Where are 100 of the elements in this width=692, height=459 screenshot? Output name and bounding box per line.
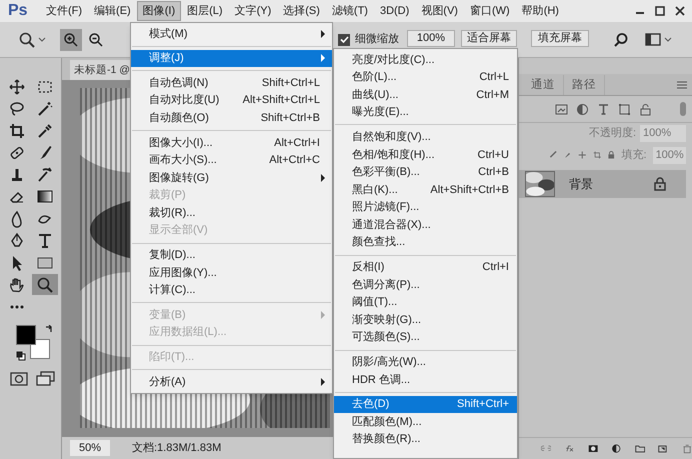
search-icon[interactable] bbox=[613, 32, 629, 48]
swap-icon[interactable] bbox=[44, 325, 54, 335]
menu-item[interactable]: 图像旋转(G) bbox=[131, 169, 332, 187]
menu-item[interactable]: 色彩平衡(B)... Ctrl+B bbox=[334, 164, 517, 182]
trash-icon[interactable] bbox=[682, 442, 692, 454]
zoom-icon[interactable] bbox=[18, 30, 36, 48]
zoom-in-button[interactable] bbox=[60, 28, 82, 50]
lock-icon[interactable] bbox=[607, 149, 616, 161]
menu-item[interactable]: 色相/饱和度(H)... Ctrl+U bbox=[334, 146, 517, 164]
menu-item[interactable]: 自动颜色(O) Shift+Ctrl+B bbox=[131, 109, 332, 127]
quick-mask-icon[interactable] bbox=[10, 371, 28, 387]
zoom-field[interactable]: 50% bbox=[70, 440, 110, 456]
shortcut-label: Shift+Ctrl+L bbox=[262, 76, 321, 91]
menu-item[interactable]: 计算(C)... bbox=[131, 282, 332, 300]
menu-item[interactable]: 画布大小(S)... Alt+Ctrl+C bbox=[131, 152, 332, 170]
adjustment-layer-icon[interactable] bbox=[611, 442, 622, 454]
panel-tab[interactable]: 通道 bbox=[523, 75, 564, 95]
menu-item[interactable]: 图像大小(I)... Alt+Ctrl+I bbox=[131, 134, 332, 152]
default-colors-icon[interactable] bbox=[16, 351, 26, 361]
menu-item[interactable]: 分析(A) bbox=[131, 373, 332, 391]
menu-item[interactable]: 曝光度(E)... bbox=[334, 104, 517, 122]
layer-row[interactable]: 背景 bbox=[519, 170, 686, 198]
crop-icon bbox=[8, 122, 26, 140]
menu-item[interactable]: 替换颜色(R)... bbox=[334, 430, 517, 448]
filter-toggle[interactable] bbox=[680, 102, 686, 116]
menu-item[interactable]: 裁切(R)... bbox=[131, 204, 332, 222]
panel-menu-icon[interactable] bbox=[676, 80, 688, 90]
menu-item[interactable]: 视图(V) bbox=[415, 0, 464, 22]
artboard-lock-icon[interactable] bbox=[592, 149, 601, 161]
shortcut-label: Ctrl+M bbox=[476, 88, 510, 103]
submenu-arrow-icon bbox=[320, 311, 326, 320]
menu-item[interactable]: 亮度/对比度(C)... bbox=[334, 51, 517, 69]
menu-item[interactable]: 匹配颜色(M)... bbox=[334, 413, 517, 431]
menu-item[interactable]: 编辑(E) bbox=[88, 0, 137, 22]
maximize-icon[interactable] bbox=[652, 5, 668, 17]
hand-icon bbox=[8, 276, 26, 294]
shape-filter-icon[interactable] bbox=[618, 102, 631, 116]
menu-item[interactable]: 复制(D)... bbox=[131, 246, 332, 264]
menu-item[interactable]: 图像(I) bbox=[136, 0, 182, 22]
lasso-icon bbox=[8, 100, 26, 118]
menu-item[interactable]: 色阶(L)... Ctrl+L bbox=[334, 68, 517, 86]
menu-item[interactable]: 调整(J) bbox=[131, 50, 332, 68]
adjustment-filter-icon[interactable] bbox=[576, 102, 589, 116]
zoom-preset-button[interactable]: 适合屏幕 bbox=[461, 30, 517, 47]
menu-item[interactable]: 图层(L) bbox=[181, 0, 229, 22]
shortcut-label: Shift+Ctrl+ bbox=[457, 397, 510, 412]
menu-item[interactable]: 自动色调(N) Shift+Ctrl+L bbox=[131, 74, 332, 92]
checkbox[interactable] bbox=[338, 34, 350, 46]
menu-item[interactable]: 应用图像(Y)... bbox=[131, 264, 332, 282]
menu-item[interactable]: 颜色查找... bbox=[334, 234, 517, 252]
new-layer-icon[interactable] bbox=[658, 442, 669, 454]
type-filter-icon[interactable] bbox=[597, 102, 610, 116]
mask-icon[interactable] bbox=[588, 442, 598, 454]
shortcut-label: Ctrl+L bbox=[479, 70, 510, 86]
zoom-preset-button[interactable]: 100% bbox=[407, 30, 455, 47]
menu-item[interactable]: 反相(I) Ctrl+I bbox=[334, 258, 517, 276]
zoom-preset-button[interactable]: 填充屏幕 bbox=[531, 30, 589, 47]
document-tab[interactable]: 未标题-1 @ bbox=[70, 60, 130, 80]
menu-item[interactable]: 曲线(U)... Ctrl+M bbox=[334, 86, 517, 104]
workspace-icon[interactable] bbox=[645, 32, 673, 46]
menu-item[interactable]: HDR 色调... bbox=[334, 371, 517, 389]
submenu-arrow-icon bbox=[320, 30, 326, 38]
foreground-color-swatch[interactable] bbox=[16, 325, 36, 345]
menu-item[interactable]: 文件(F) bbox=[40, 0, 88, 22]
fx-icon[interactable] bbox=[564, 442, 575, 454]
menu-item[interactable]: 去色(D) Shift+Ctrl+ bbox=[334, 396, 517, 414]
menu-item[interactable]: 3D(D) bbox=[374, 0, 416, 22]
menu-item[interactable]: 选择(S) bbox=[277, 0, 326, 22]
shortcut-label: Alt+Ctrl+C bbox=[269, 153, 321, 168]
submenu-arrow-icon bbox=[320, 378, 326, 386]
screen-mode-icon[interactable] bbox=[36, 371, 56, 387]
menu-item[interactable]: 窗口(W) bbox=[464, 0, 516, 22]
menu-item[interactable]: 自然饱和度(V)... bbox=[334, 128, 517, 146]
folder-icon[interactable] bbox=[634, 442, 646, 454]
menu-item[interactable]: 照片滤镜(F)... bbox=[334, 198, 517, 216]
caret-icon bbox=[38, 36, 46, 42]
menu-item[interactable]: 黑白(K)... Alt+Shift+Ctrl+B bbox=[334, 181, 517, 199]
tool-button[interactable] bbox=[32, 274, 58, 295]
menu-item[interactable]: 色调分离(P)... bbox=[334, 276, 517, 294]
move-lock-icon[interactable] bbox=[578, 149, 586, 161]
submenu-arrow-icon bbox=[320, 174, 326, 182]
shortcut-label: Alt+Ctrl+I bbox=[274, 136, 321, 151]
menu-item[interactable]: 可选颜色(S)... bbox=[334, 328, 517, 346]
menu-item[interactable]: 滤镜(T) bbox=[326, 0, 374, 22]
background-color-swatch[interactable] bbox=[30, 339, 50, 359]
menu-item[interactable]: 帮助(H) bbox=[516, 0, 565, 22]
zoom-out-icon[interactable] bbox=[88, 32, 104, 48]
image-filter-icon[interactable] bbox=[555, 102, 568, 116]
shortcut-label: Shift+Ctrl+B bbox=[260, 110, 321, 126]
more-icon bbox=[10, 304, 24, 308]
menu-item[interactable]: 文字(Y) bbox=[228, 0, 278, 22]
menu-item[interactable]: 阴影/高光(W)... bbox=[334, 354, 517, 372]
menu-item[interactable]: 阈值(T)... bbox=[334, 294, 517, 312]
menu-item[interactable]: 模式(M) bbox=[131, 25, 332, 43]
menu-item[interactable]: 渐变映射(G)... bbox=[334, 311, 517, 329]
smart-filter-icon[interactable] bbox=[639, 102, 652, 116]
menu-item[interactable]: 通道混合器(X)... bbox=[334, 216, 517, 234]
menu-item[interactable]: 自动对比度(U) Alt+Shift+Ctrl+L bbox=[131, 92, 332, 110]
panel-tab[interactable]: 路径 bbox=[564, 75, 605, 95]
fill-label: 填充: bbox=[622, 148, 647, 163]
